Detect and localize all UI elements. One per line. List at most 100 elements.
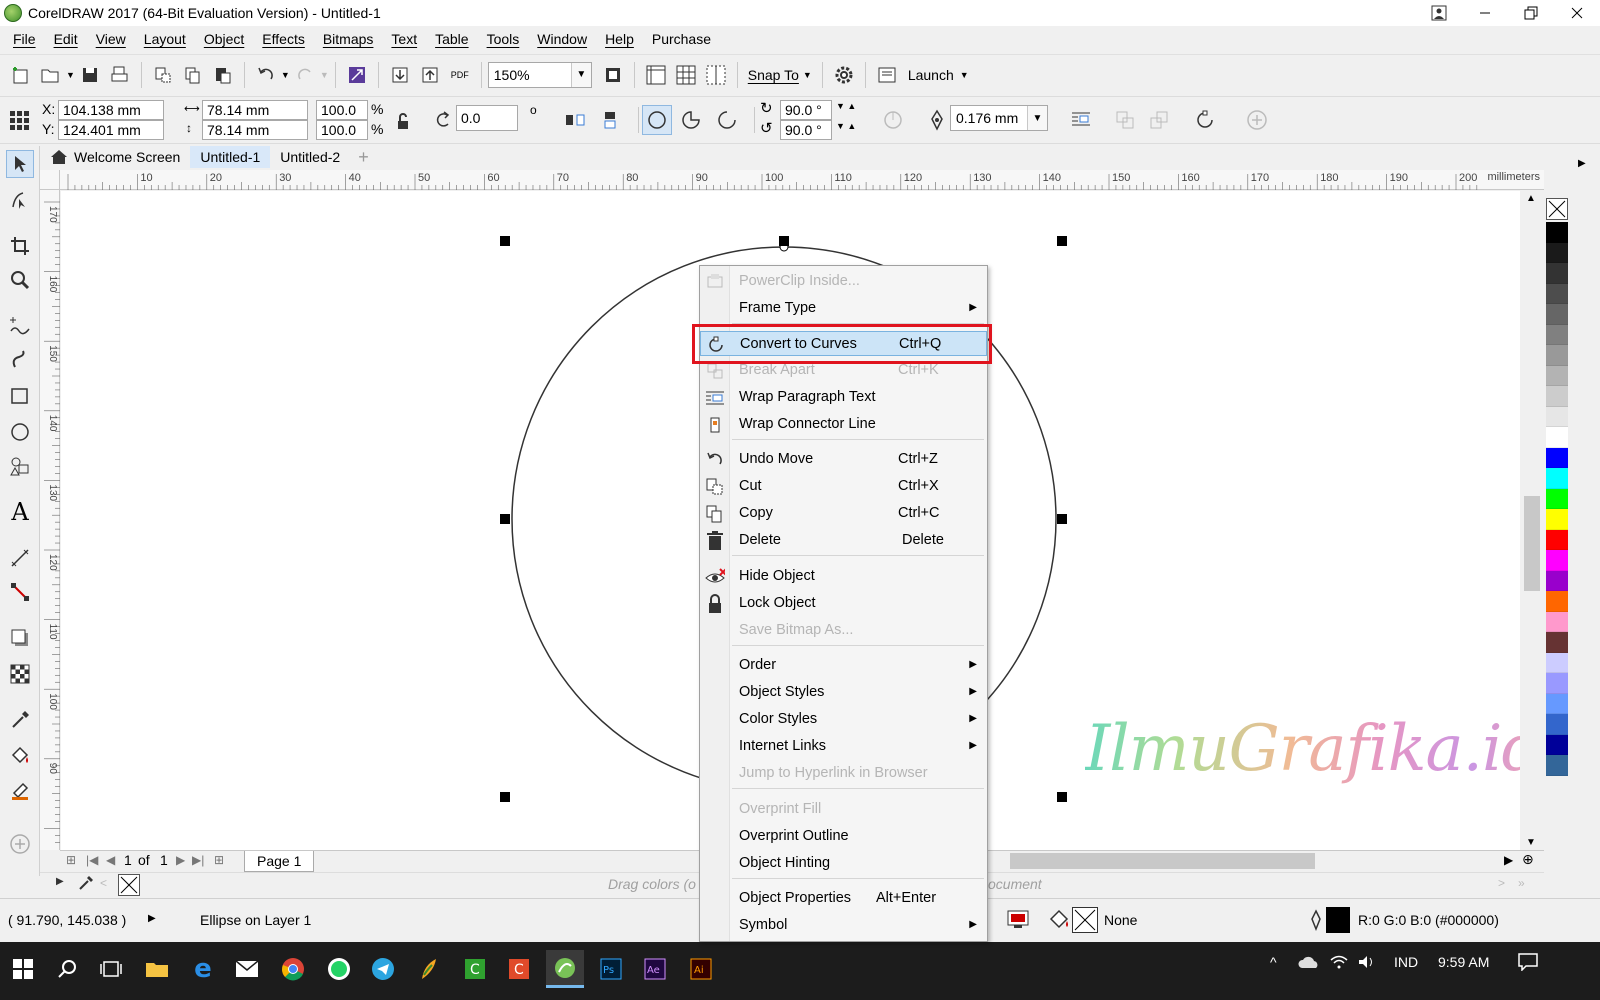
- palette-swatch[interactable]: [1546, 632, 1568, 653]
- menu-purchase[interactable]: Purchase: [643, 31, 720, 47]
- selection-handle-tc[interactable]: [779, 236, 789, 246]
- palette-swatch[interactable]: [1546, 652, 1568, 673]
- add-icon[interactable]: [1242, 105, 1272, 135]
- palette-swatch[interactable]: [1546, 222, 1568, 243]
- menu-layout[interactable]: Layout: [135, 31, 195, 47]
- tab-untitled-2[interactable]: Untitled-2: [270, 146, 350, 168]
- import-icon[interactable]: [385, 60, 415, 90]
- horizontal-scroll-thumb[interactable]: [1010, 853, 1315, 869]
- crop-tool-icon[interactable]: [6, 232, 34, 260]
- print-icon[interactable]: [105, 60, 135, 90]
- undo-dropdown-icon[interactable]: ▼: [281, 70, 290, 80]
- vertical-scroll-thumb[interactable]: [1524, 496, 1540, 591]
- prev-page-icon[interactable]: ◀: [106, 853, 115, 867]
- scroll-down-icon[interactable]: ▼: [1526, 837, 1536, 848]
- page-tab-1[interactable]: Page 1: [244, 851, 315, 872]
- palette-swatch[interactable]: [1546, 427, 1568, 448]
- to-front-icon[interactable]: [1110, 105, 1140, 135]
- redo-dropdown-icon[interactable]: ▼: [320, 70, 329, 80]
- show-hidden-icons[interactable]: ^: [1270, 942, 1277, 982]
- menu-item-internet-links[interactable]: Internet Links ▶: [700, 734, 987, 759]
- to-back-icon[interactable]: [1144, 105, 1174, 135]
- restore-button[interactable]: [1508, 0, 1554, 26]
- dock-expand-icon[interactable]: ▶: [1578, 158, 1586, 169]
- search-icon[interactable]: [48, 950, 86, 988]
- undo-icon[interactable]: [251, 60, 281, 90]
- show-guidelines-icon[interactable]: [701, 60, 731, 90]
- outline-width-combo[interactable]: 0.176 mm ▼: [950, 105, 1048, 131]
- palette-swatch[interactable]: [1546, 263, 1568, 284]
- ellipse-tool-icon[interactable]: [6, 418, 34, 446]
- palette-swatch[interactable]: [1546, 386, 1568, 407]
- palette-swatch[interactable]: [1546, 673, 1568, 694]
- app-feather-icon[interactable]: [410, 950, 448, 988]
- tab-untitled-1[interactable]: Untitled-1: [190, 146, 271, 168]
- menu-item-delete[interactable]: Delete Delete: [700, 528, 987, 553]
- palette-swatch[interactable]: [1546, 447, 1568, 468]
- mirror-vertical-icon[interactable]: [596, 105, 626, 135]
- menu-item-cut[interactable]: Cut Ctrl+X: [700, 474, 987, 499]
- outline-width-chevron-icon[interactable]: ▼: [1027, 106, 1047, 130]
- action-center-icon[interactable]: [1518, 942, 1538, 982]
- show-rulers-icon[interactable]: [641, 60, 671, 90]
- chevron-down-icon[interactable]: ▼: [570, 62, 591, 87]
- menu-item-order[interactable]: Order ▶: [700, 653, 987, 678]
- change-direction-icon[interactable]: [878, 105, 908, 135]
- smart-fill-tool-icon[interactable]: [6, 776, 34, 804]
- palette-swatch[interactable]: [1546, 324, 1568, 345]
- palette-swatch[interactable]: [1546, 550, 1568, 571]
- menu-item-copy[interactable]: Copy Ctrl+C: [700, 501, 987, 526]
- doc-palette-eyedropper-icon[interactable]: [78, 875, 94, 894]
- search-content-icon[interactable]: [342, 60, 372, 90]
- arc-mode-icon[interactable]: [712, 105, 742, 135]
- paste-icon[interactable]: [208, 60, 238, 90]
- selection-handle-tr[interactable]: [1057, 236, 1067, 246]
- y-position-field[interactable]: 124.401 mm: [58, 120, 164, 140]
- volume-icon[interactable]: [1358, 942, 1376, 982]
- ruler-origin[interactable]: [40, 170, 60, 190]
- artistic-media-tool-icon[interactable]: [6, 346, 34, 374]
- new-tab-plus-icon[interactable]: +: [350, 146, 377, 168]
- palette-swatch[interactable]: [1546, 611, 1568, 632]
- coreldraw-taskbar-icon[interactable]: [546, 950, 584, 988]
- color-proofing-icon[interactable]: [1006, 908, 1030, 933]
- menu-view[interactable]: View: [87, 31, 135, 47]
- palette-swatch[interactable]: [1546, 345, 1568, 366]
- copy-icon[interactable]: [178, 60, 208, 90]
- cut-icon[interactable]: [148, 60, 178, 90]
- palette-swatch[interactable]: [1546, 406, 1568, 427]
- zoom-level-combo[interactable]: 150% ▼: [487, 61, 592, 88]
- palette-swatch[interactable]: [1546, 591, 1568, 612]
- menu-item-color-styles[interactable]: Color Styles ▶: [700, 707, 987, 732]
- illustrator-icon[interactable]: Ai: [682, 950, 720, 988]
- menu-window[interactable]: Window: [528, 31, 596, 47]
- start-angle-spinner[interactable]: ▼ ▲: [836, 101, 856, 111]
- connector-tool-icon[interactable]: [6, 578, 34, 606]
- menu-table[interactable]: Table: [426, 31, 477, 47]
- polygon-tool-icon[interactable]: [6, 452, 34, 480]
- menu-item-wrap-connector-line[interactable]: Wrap Connector Line: [700, 412, 987, 437]
- full-screen-preview-icon[interactable]: [598, 60, 628, 90]
- transparency-tool-icon[interactable]: [6, 660, 34, 688]
- selection-handle-mr[interactable]: [1057, 514, 1067, 524]
- pick-tool-icon[interactable]: [6, 150, 34, 178]
- menu-file[interactable]: File: [4, 31, 45, 47]
- vertical-scrollbar[interactable]: ▲ ▼: [1520, 191, 1544, 850]
- x-position-field[interactable]: 104.138 mm: [58, 100, 164, 120]
- horizontal-ruler[interactable]: 10 20 30 40 50 60 70 80 90 100 110 120 130 140 150 160 1…: [60, 170, 1544, 190]
- show-grid-icon[interactable]: [671, 60, 701, 90]
- freehand-tool-icon[interactable]: [6, 312, 34, 340]
- after-effects-icon[interactable]: Ae: [636, 950, 674, 988]
- palette-swatch[interactable]: [1546, 509, 1568, 530]
- corel-capture-icon[interactable]: C: [500, 950, 538, 988]
- palette-swatch[interactable]: [1546, 714, 1568, 735]
- tab-welcome-screen[interactable]: Welcome Screen: [40, 146, 190, 168]
- zoom-navigator-icon[interactable]: ⊕: [1522, 851, 1534, 868]
- last-page-icon[interactable]: ▶|: [192, 853, 204, 867]
- end-angle-spinner[interactable]: ▼ ▲: [836, 121, 856, 131]
- shape-tool-icon[interactable]: [6, 186, 34, 214]
- menu-item-object-hinting[interactable]: Object Hinting: [700, 851, 987, 876]
- mirror-horizontal-icon[interactable]: [560, 105, 590, 135]
- menu-item-object-properties[interactable]: Object Properties Alt+Enter: [700, 886, 987, 911]
- wrap-text-icon[interactable]: [1066, 105, 1096, 135]
